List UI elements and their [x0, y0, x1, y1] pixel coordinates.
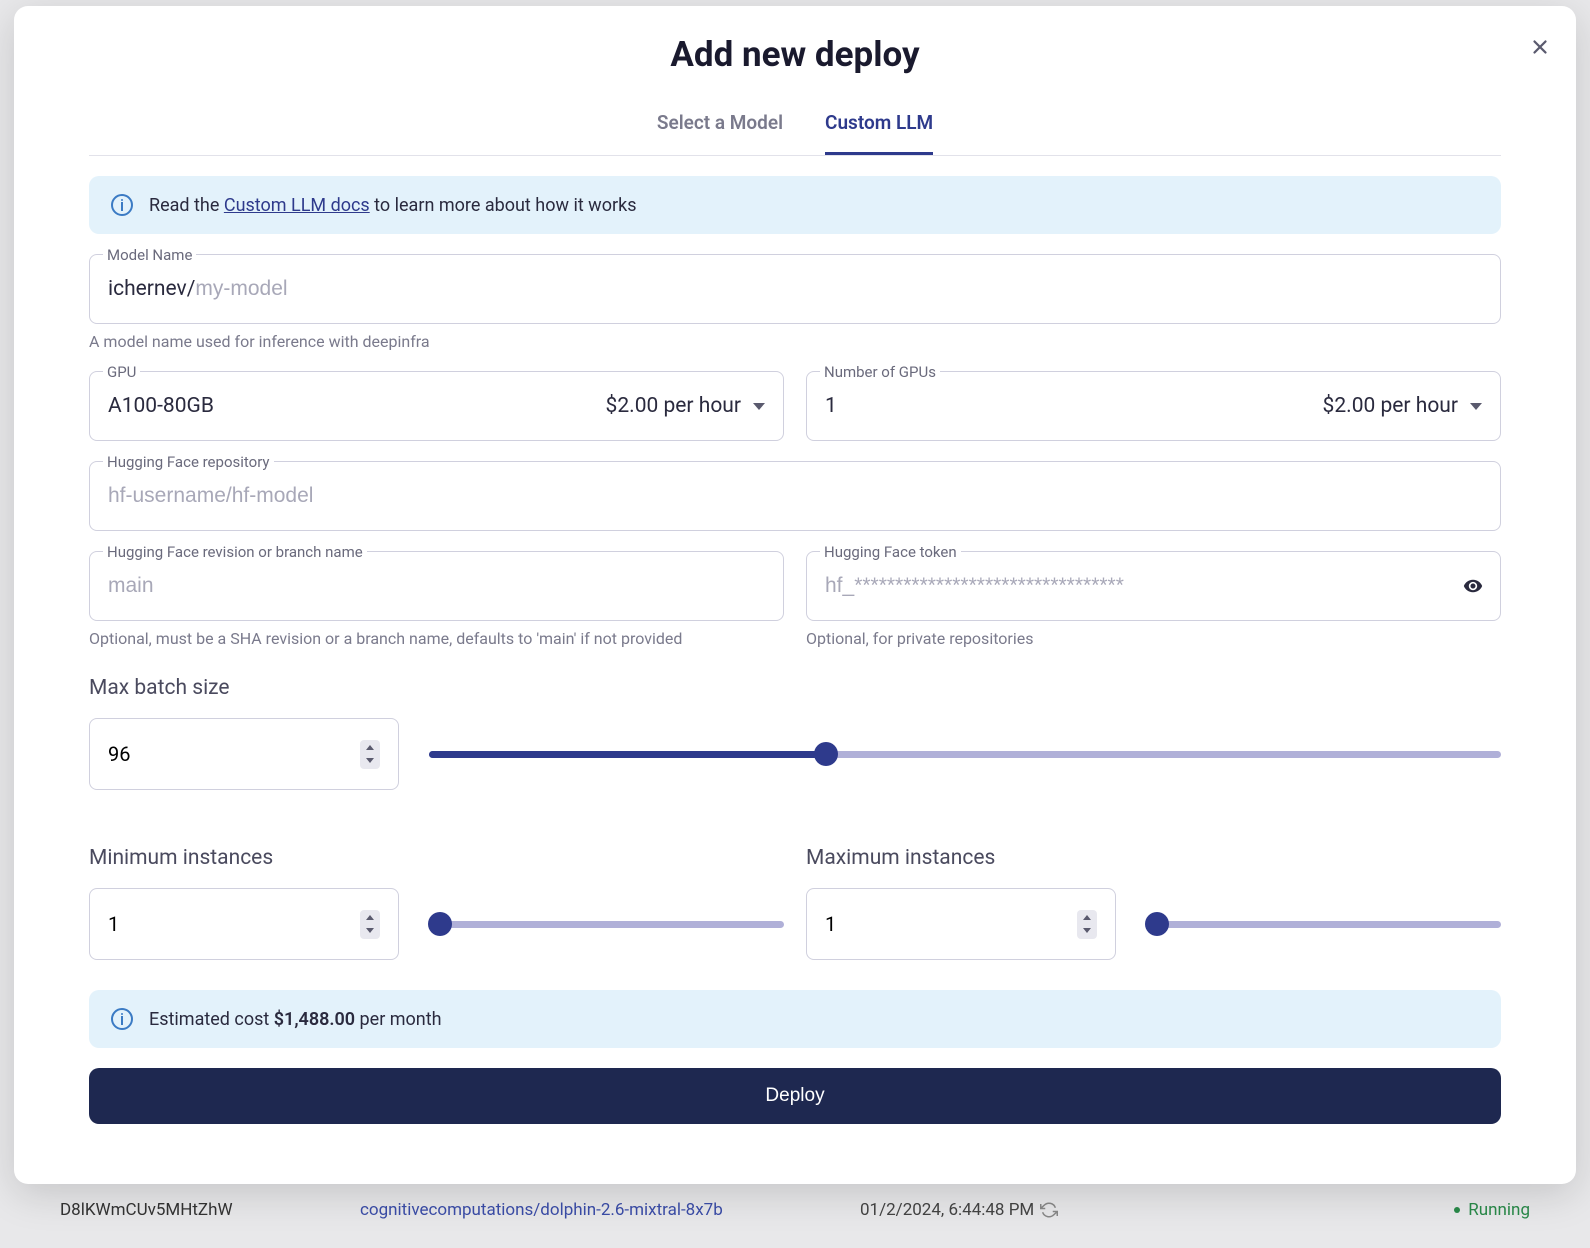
increment-button[interactable]	[362, 742, 378, 754]
hf-token-input[interactable]	[825, 574, 1458, 598]
max-instances-slider[interactable]	[1146, 921, 1501, 928]
model-name-prefix: ichernev/	[108, 277, 195, 301]
hf-token-label: Hugging Face token	[820, 543, 961, 561]
hf-repo-input[interactable]	[108, 484, 1482, 508]
gpu-price: $2.00 per hour	[606, 394, 741, 418]
decrement-button[interactable]	[1079, 925, 1095, 937]
min-instances-slider[interactable]	[429, 921, 784, 928]
hf-repo-label: Hugging Face repository	[103, 453, 274, 471]
status-dot-icon	[1454, 1207, 1460, 1213]
refresh-icon	[1040, 1201, 1058, 1219]
decrement-button[interactable]	[362, 925, 378, 937]
cost-text: Estimated cost $1,488.00 per month	[149, 1009, 442, 1030]
close-icon	[1529, 36, 1551, 58]
hf-token-input-wrapper[interactable]	[806, 551, 1501, 621]
hf-token-help: Optional, for private repositories	[806, 629, 1501, 648]
model-name-input[interactable]	[195, 277, 1482, 301]
docs-link[interactable]: Custom LLM docs	[224, 195, 370, 216]
slider-fill	[429, 751, 826, 758]
hf-repo-input-wrapper[interactable]	[89, 461, 1501, 531]
chevron-down-icon	[1470, 403, 1482, 410]
model-name-group: Model Name ichernev/ A model name used f…	[89, 254, 1501, 351]
gpu-value: A100-80GB	[108, 394, 214, 418]
increment-button[interactable]	[1079, 912, 1095, 924]
model-name-input-wrapper[interactable]: ichernev/	[89, 254, 1501, 324]
info-icon	[111, 1008, 133, 1030]
tab-select-model[interactable]: Select a Model	[657, 111, 783, 155]
deploy-id: D8lKWmCUv5MHtZhW	[60, 1200, 360, 1220]
min-instances-input[interactable]: 1	[89, 888, 399, 960]
hf-revision-group: Hugging Face revision or branch name Opt…	[89, 551, 784, 648]
min-instances-value: 1	[108, 912, 119, 936]
hf-revision-input-wrapper[interactable]	[89, 551, 784, 621]
hf-token-group: Hugging Face token Optional, for private…	[806, 551, 1501, 648]
num-gpus-price: $2.00 per hour	[1323, 394, 1458, 418]
max-batch-input[interactable]: 96	[89, 718, 399, 790]
max-instances-input[interactable]: 1	[806, 888, 1116, 960]
stepper-controls	[360, 910, 380, 939]
hf-revision-input[interactable]	[108, 574, 765, 598]
deploy-modal: Add new deploy Select a Model Custom LLM…	[14, 6, 1576, 1184]
hf-repo-group: Hugging Face repository	[89, 461, 1501, 531]
eye-icon	[1459, 576, 1487, 596]
slider-thumb[interactable]	[428, 912, 452, 936]
max-batch-label: Max batch size	[89, 676, 1501, 700]
num-gpus-group: Number of GPUs 1 $2.00 per hour	[806, 371, 1501, 441]
num-gpus-select[interactable]: 1 $2.00 per hour	[806, 371, 1501, 441]
num-gpus-value: 1	[825, 394, 837, 418]
stepper-controls	[360, 740, 380, 769]
slider-thumb[interactable]	[1145, 912, 1169, 936]
toggle-visibility-button[interactable]	[1458, 571, 1488, 601]
deploy-date: 01/2/2024, 6:44:48 PM	[860, 1200, 1130, 1220]
model-name-label: Model Name	[103, 246, 196, 264]
model-link[interactable]: cognitivecomputations/dolphin-2.6-mixtra…	[360, 1200, 860, 1220]
min-instances-label: Minimum instances	[89, 846, 784, 870]
tab-bar: Select a Model Custom LLM	[89, 111, 1501, 156]
tab-custom-llm[interactable]: Custom LLM	[825, 111, 933, 155]
gpu-group: GPU A100-80GB $2.00 per hour	[89, 371, 784, 441]
docs-info-alert: Read the Custom LLM docs to learn more a…	[89, 176, 1501, 234]
cost-alert: Estimated cost $1,488.00 per month	[89, 990, 1501, 1048]
num-gpus-label: Number of GPUs	[820, 363, 940, 381]
hf-revision-label: Hugging Face revision or branch name	[103, 543, 367, 561]
deploy-button[interactable]: Deploy	[89, 1068, 1501, 1124]
max-instances-value: 1	[825, 912, 836, 936]
stepper-controls	[1077, 910, 1097, 939]
model-name-help: A model name used for inference with dee…	[89, 332, 1501, 351]
background-table-row: D8lKWmCUv5MHtZhW cognitivecomputations/d…	[0, 1182, 1590, 1248]
max-instances-label: Maximum instances	[806, 846, 1501, 870]
status-badge: Running	[1454, 1200, 1530, 1220]
decrement-button[interactable]	[362, 755, 378, 767]
slider-thumb[interactable]	[814, 742, 838, 766]
chevron-down-icon	[753, 403, 765, 410]
alert-text: Read the Custom LLM docs to learn more a…	[149, 195, 636, 216]
table-row: D8lKWmCUv5MHtZhW cognitivecomputations/d…	[60, 1182, 1530, 1238]
max-batch-value: 96	[108, 742, 130, 766]
hf-revision-help: Optional, must be a SHA revision or a br…	[89, 629, 784, 648]
close-button[interactable]	[1523, 28, 1557, 71]
gpu-select[interactable]: A100-80GB $2.00 per hour	[89, 371, 784, 441]
info-icon	[111, 194, 133, 216]
modal-title: Add new deploy	[89, 34, 1501, 75]
max-batch-slider[interactable]	[429, 751, 1501, 758]
gpu-label: GPU	[103, 363, 140, 381]
increment-button[interactable]	[362, 912, 378, 924]
